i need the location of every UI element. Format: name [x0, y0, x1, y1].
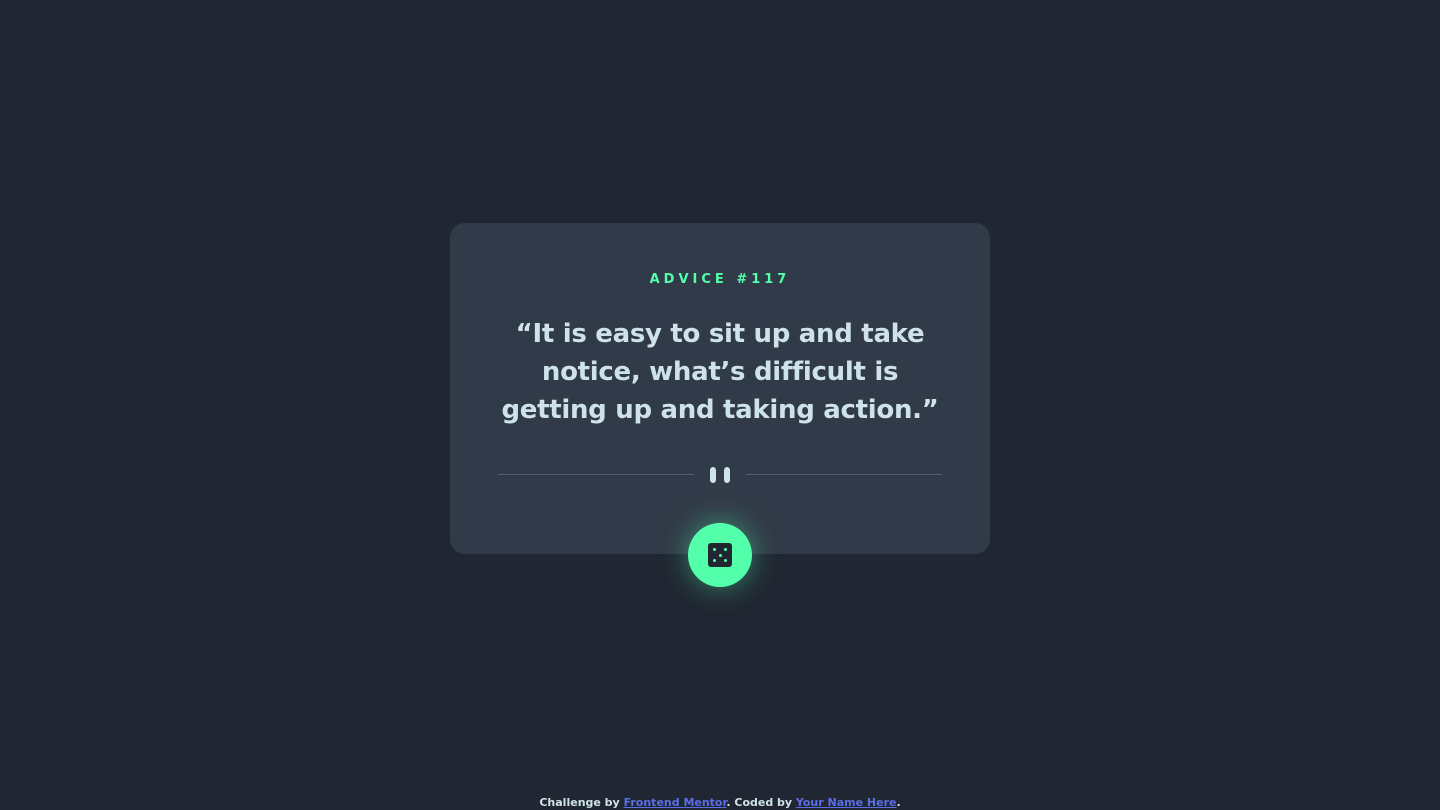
author-link[interactable]: Your Name Here — [796, 796, 897, 809]
dice-dot — [724, 548, 727, 551]
divider-line-left — [498, 474, 694, 475]
dice-icon — [708, 543, 732, 567]
footer-suffix: . — [896, 796, 901, 809]
divider — [498, 467, 942, 483]
dice-dot — [713, 548, 716, 551]
pause-bar-left — [710, 467, 716, 483]
advice-card: ADVICE #117 “It is easy to sit up and ta… — [450, 223, 990, 587]
frontend-mentor-link[interactable]: Frontend Mentor — [624, 796, 727, 809]
advice-id-label: ADVICE #117 — [649, 272, 791, 287]
advice-quote: “It is easy to sit up and take notice, w… — [501, 319, 939, 425]
attribution-footer: Challenge by Frontend Mentor. Coded by Y… — [0, 795, 1440, 810]
footer-challenge-text: Challenge by — [539, 796, 624, 809]
dice-dot — [718, 553, 722, 557]
dice-dot — [724, 559, 727, 562]
dice-dot — [713, 559, 716, 562]
divider-line-right — [746, 474, 942, 475]
pause-icon — [710, 467, 730, 483]
pause-bar-right — [724, 467, 730, 483]
footer-coded-text: . Coded by — [726, 796, 796, 809]
generate-advice-button[interactable] — [688, 523, 752, 587]
